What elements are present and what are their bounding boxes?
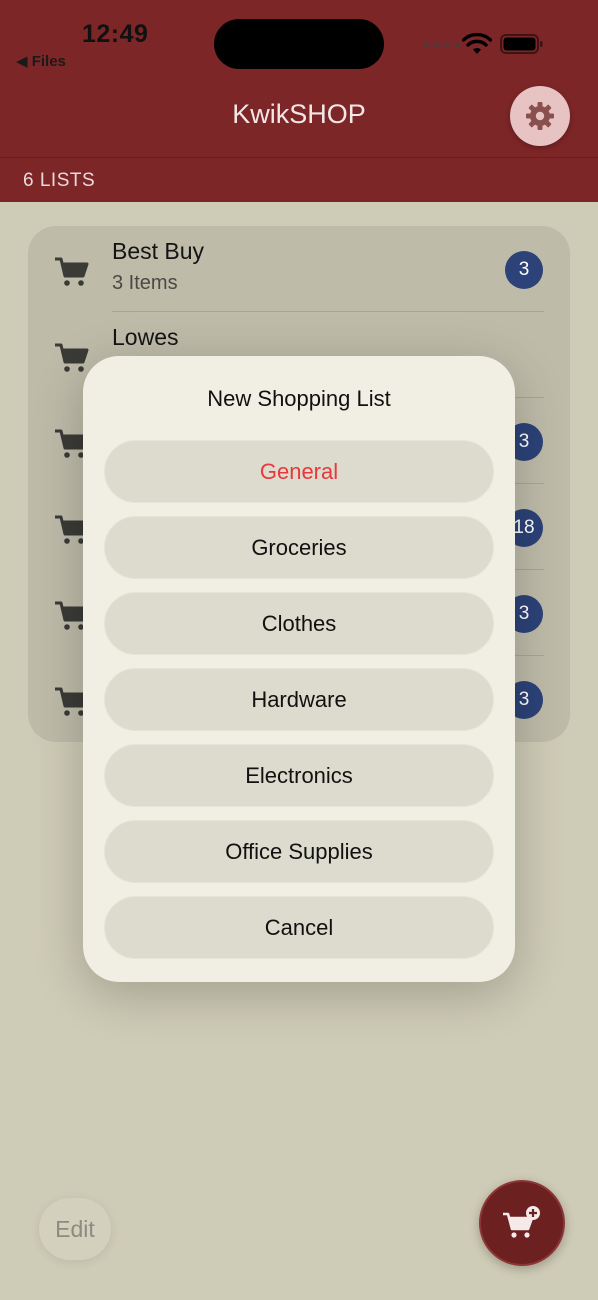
dialog-title: New Shopping List [207, 386, 391, 411]
option-electronics-button[interactable]: Electronics [104, 744, 494, 807]
cart-icon [55, 343, 89, 372]
list-name: Best Buy [112, 238, 205, 264]
status-time: 12:49 [82, 20, 149, 48]
option-office-supplies-button[interactable]: Office Supplies [104, 820, 494, 883]
option-clothes-button[interactable]: Clothes [104, 592, 494, 655]
option-hardware-button[interactable]: Hardware [104, 668, 494, 731]
cart-plus-icon [503, 1206, 540, 1238]
lists-count: 6 LISTS [23, 170, 96, 191]
app-header: 12:49 ◀ Files KwikSHOP 6 LISTS [0, 0, 598, 202]
edit-button[interactable]: Edit [39, 1198, 111, 1260]
header-divider [0, 157, 598, 158]
list-name: Lowes [112, 324, 179, 350]
wifi-icon [462, 32, 492, 54]
back-to-files-link[interactable]: ◀ Files [16, 52, 66, 70]
settings-button[interactable] [510, 86, 570, 146]
list-item-count: 3 Items [112, 272, 178, 294]
battery-icon [500, 34, 543, 54]
cart-icon [55, 257, 89, 286]
app-title: KwikSHOP [232, 99, 366, 129]
option-general-button[interactable]: General [104, 440, 494, 503]
list-item[interactable]: Best Buy 3 Items 3 [28, 226, 570, 312]
dynamic-island [214, 19, 384, 69]
cancel-button[interactable]: Cancel [104, 896, 494, 959]
option-groceries-button[interactable]: Groceries [104, 516, 494, 579]
new-list-button[interactable] [479, 1180, 565, 1266]
item-count-badge: 3 [505, 251, 543, 289]
cellular-signal-icon [424, 42, 460, 48]
gear-icon [526, 102, 554, 130]
new-list-dialog: New Shopping List General Groceries Clot… [83, 356, 515, 982]
